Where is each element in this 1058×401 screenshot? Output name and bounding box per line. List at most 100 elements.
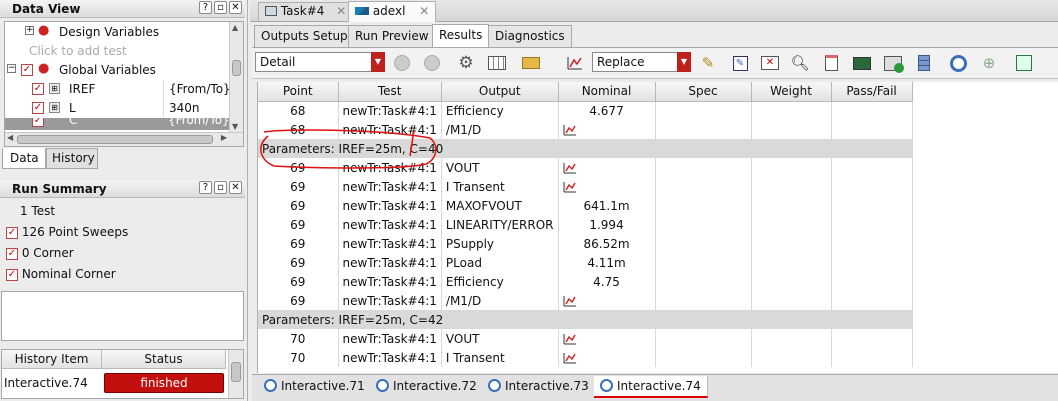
view-mode-select[interactable]: Detail ▼ (255, 52, 385, 72)
column-header[interactable]: Weight (751, 82, 832, 102)
folder-icon[interactable] (520, 52, 542, 74)
close-icon[interactable]: ✕ (336, 4, 346, 18)
inspect-icon[interactable]: 🔍︎ (789, 52, 811, 74)
tree-row-design-variables[interactable]: + ● Design Variables (5, 23, 231, 42)
waveform-icon[interactable] (563, 181, 577, 193)
tab-outputs-setup[interactable]: Outputs Setup (254, 25, 355, 47)
expand-icon[interactable]: + (25, 26, 34, 35)
table-row[interactable]: 70 newTr:Task#4:1 VOUT (258, 329, 913, 348)
database-icon[interactable] (913, 52, 935, 74)
c-checkbox[interactable]: ✓ (32, 118, 44, 127)
error-rows-icon[interactable]: ✕ (759, 52, 781, 74)
corner-checkbox[interactable]: ✓ (6, 247, 18, 260)
table-row[interactable]: 69 newTr:Task#4:1 I Transent (258, 177, 913, 196)
column-header[interactable]: Test (338, 82, 442, 102)
table-row[interactable]: 69 newTr:Task#4:1 LINEARITY/ERROR 1.994 (258, 215, 913, 234)
parameter-row[interactable]: Parameters: IREF=25m, C=42 (258, 310, 913, 329)
waveform-icon[interactable] (563, 333, 577, 345)
tab-interactive-71[interactable]: Interactive.71 (258, 376, 372, 398)
history-col-item[interactable]: History Item (2, 350, 102, 369)
export-icon[interactable] (1013, 52, 1035, 74)
collapse-icon[interactable]: − (7, 64, 16, 73)
variable-value[interactable]: {From/To} (168, 118, 230, 127)
hierarchy-icon[interactable]: ⊕ (978, 52, 1000, 74)
next-icon[interactable] (421, 52, 443, 74)
table-row[interactable]: 69 newTr:Task#4:1 PLoad 4.11m (258, 253, 913, 272)
float-icon[interactable]: ▫ (214, 181, 227, 194)
variable-value[interactable]: 340n (163, 99, 200, 118)
target-icon[interactable] (947, 52, 969, 74)
column-header[interactable]: Spec (655, 82, 752, 102)
tab-run-preview[interactable]: Run Preview (348, 25, 436, 47)
history-item[interactable]: Interactive.74 (4, 376, 88, 390)
nominal-checkbox[interactable]: ✓ (6, 268, 18, 281)
tab-interactive-73[interactable]: Interactive.73 (482, 376, 596, 398)
column-header[interactable]: Pass/Fail (831, 82, 913, 102)
table-row[interactable]: 69 newTr:Task#4:1 MAXOFVOUT 641.1m (258, 196, 913, 215)
help-icon[interactable]: ? (199, 181, 212, 194)
settings-gear-icon[interactable]: ⚙ (455, 52, 477, 74)
cell-nominal: 4.75 (558, 272, 656, 291)
close-icon[interactable]: ✕ (229, 181, 242, 194)
summary-corner: ✓ 0 Corner (6, 246, 74, 260)
tree-vscrollbar[interactable]: ▲ ▼ (229, 22, 243, 132)
monitor-icon[interactable] (851, 52, 873, 74)
tab-history[interactable]: History (46, 148, 98, 169)
edit-icon[interactable]: ✎ (729, 52, 751, 74)
iref-checkbox[interactable]: ✓ (32, 83, 44, 95)
cell-test: newTr:Task#4:1 (338, 348, 442, 367)
waveform-icon[interactable] (563, 352, 577, 364)
tab-diagnostics[interactable]: Diagnostics (488, 25, 572, 47)
plot-waveform-icon[interactable] (564, 52, 586, 74)
tree-hscrollbar[interactable]: ◀ ▶ (5, 132, 243, 146)
sweeps-checkbox[interactable]: ✓ (6, 226, 18, 239)
table-row[interactable]: 68 newTr:Task#4:1/M1/D (258, 120, 913, 139)
history-col-status[interactable]: Status (102, 350, 226, 369)
variable-value[interactable]: {From/To} (163, 80, 231, 99)
tab-data[interactable]: Data (2, 148, 46, 169)
adexl-icon (355, 7, 369, 15)
parameter-row[interactable]: Parameters: IREF=25m, C=40 (258, 139, 913, 158)
waveform-icon[interactable] (563, 295, 577, 307)
table-row[interactable]: 69 newTr:Task#4:1 PSupply 86.52m (258, 234, 913, 253)
tab-results[interactable]: Results (432, 24, 490, 48)
column-header[interactable]: Output (441, 82, 559, 102)
tab-task4[interactable]: Task#4 ✕ (258, 2, 354, 21)
annotate-icon[interactable]: ✎ (697, 52, 719, 74)
tree-row-c[interactable]: ✓ C {From/To} (5, 118, 231, 130)
float-icon[interactable]: ▫ (214, 1, 227, 14)
prev-icon[interactable] (391, 52, 413, 74)
table-row[interactable]: 69 newTr:Task#4:1/M1/D (258, 291, 913, 310)
report-icon[interactable] (820, 52, 842, 74)
cell-output: /M1/D (441, 291, 559, 310)
table-row[interactable]: 69 newTr:Task#4:1 Efficiency 4.75 (258, 272, 913, 291)
tree-row-add-test[interactable]: Click to add test (5, 42, 231, 61)
tree-label: Design Variables (59, 25, 160, 39)
run-icon[interactable] (882, 52, 904, 74)
replace-mode-select[interactable]: Replace ▼ (592, 52, 691, 72)
help-icon[interactable]: ? (199, 1, 212, 14)
cell-output: VOUT (441, 329, 559, 348)
tab-adexl-label: adexl (372, 4, 406, 18)
history-vscrollbar[interactable] (228, 350, 243, 398)
tree-row-l[interactable]: ✓ ⊞ L 340n (5, 99, 231, 118)
close-icon[interactable]: ✕ (419, 4, 429, 18)
l-checkbox[interactable]: ✓ (32, 102, 44, 114)
column-header[interactable]: Point (258, 82, 339, 102)
global-variables-checkbox[interactable]: ✓ (21, 64, 33, 76)
tree-row-iref[interactable]: ✓ ⊞ IREF {From/To} (5, 80, 231, 99)
close-icon[interactable]: ✕ (229, 1, 242, 14)
tab-interactive-72[interactable]: Interactive.72 (370, 376, 484, 398)
table-layout-icon[interactable] (486, 52, 508, 74)
clock-icon (600, 379, 613, 392)
table-row[interactable]: 70 newTr:Task#4:1 I Transent (258, 348, 913, 367)
table-row[interactable]: 69 newTr:Task#4:1 VOUT (258, 158, 913, 177)
waveform-icon[interactable] (563, 124, 577, 136)
column-header[interactable]: Nominal (558, 82, 656, 102)
waveform-icon[interactable] (563, 162, 577, 174)
tree-row-global-variables[interactable]: − ✓ ● Global Variables (5, 61, 231, 80)
tab-adexl[interactable]: adexl ✕ (348, 1, 437, 22)
table-row[interactable]: 68 newTr:Task#4:1 Efficiency 4.677 (258, 101, 913, 120)
tab-interactive-74[interactable]: Interactive.74 (594, 376, 708, 398)
cell-output: VOUT (441, 158, 559, 177)
